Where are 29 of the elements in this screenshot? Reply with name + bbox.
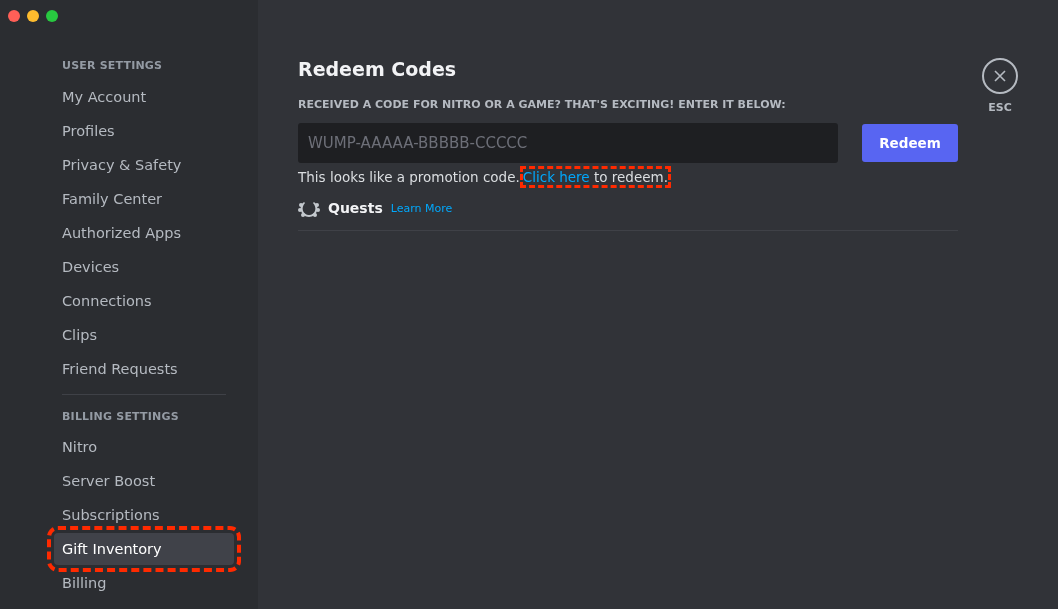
sidebar-item[interactable]: Devices — [54, 250, 234, 283]
close-icon — [993, 69, 1007, 83]
close-window-button[interactable] — [8, 10, 20, 22]
field-label: RECEIVED A CODE FOR NITRO OR A GAME? THAT'S EXCITING! ENTER IT BELOW: — [298, 96, 787, 113]
zoom-window-button[interactable] — [46, 10, 58, 22]
sidebar-item[interactable]: Subscriptions — [54, 499, 234, 531]
sidebar-item[interactable]: Friend Requests — [54, 352, 234, 385]
sidebar-item[interactable]: Nitro — [54, 431, 234, 463]
page-title: Redeem Codes — [298, 58, 458, 81]
section-header: USER SETTINGS — [61, 58, 164, 74]
sidebar-item[interactable]: Clips — [54, 318, 234, 351]
learn-more-link[interactable]: Learn More — [390, 200, 453, 218]
sidebar-item[interactable]: Server Boost — [54, 465, 234, 497]
sidebar-item[interactable]: Family Center — [54, 182, 234, 215]
code-input-field[interactable]: WUMP-AAAAA-BBBBB-CCCCC — [298, 123, 838, 164]
close-button[interactable] — [982, 58, 1018, 94]
sidebar-item[interactable]: Authorized Apps — [54, 216, 234, 249]
section-header: BILLING SETTINGS — [61, 408, 180, 425]
sidebar-item[interactable]: Billing — [54, 567, 234, 599]
redeem-button[interactable]: Redeem — [862, 124, 958, 163]
sidebar-item[interactable]: Profiles — [54, 114, 234, 147]
sidebar-item[interactable]: My Account — [54, 80, 234, 113]
esc-label: ESC — [988, 100, 1012, 116]
promo-message: This looks like a promotion code. Click here to redeem. — [298, 167, 671, 188]
click-here-link[interactable]: Click here — [522, 169, 590, 186]
sidebar-item[interactable]: Privacy & Safety — [54, 148, 234, 181]
quests-label: Quests — [328, 199, 383, 219]
minimize-window-button[interactable] — [27, 10, 39, 22]
sidebar-item[interactable]: Connections — [54, 284, 234, 317]
